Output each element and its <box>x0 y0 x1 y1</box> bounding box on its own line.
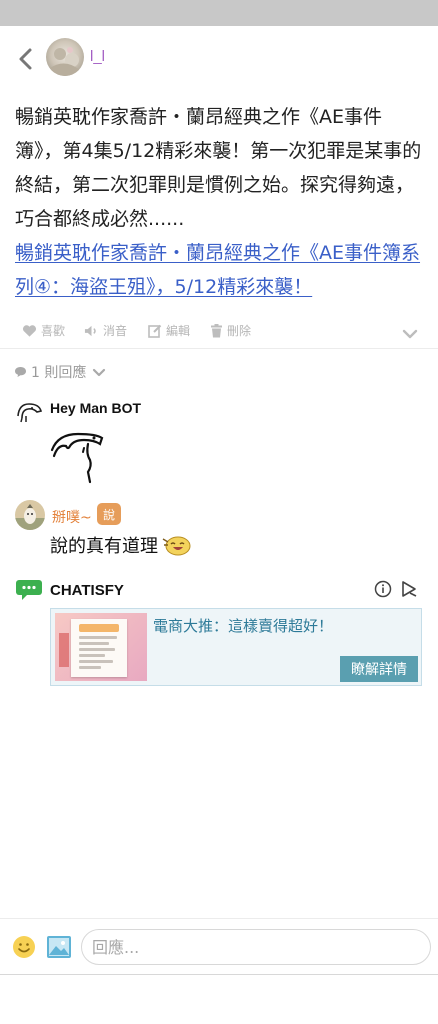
edit-button[interactable]: 編輯 <box>148 322 190 339</box>
mute-label: 消音 <box>103 324 128 338</box>
ad-title: 電商大推：這樣賣得超好！ <box>153 617 334 635</box>
delete-label: 刪除 <box>227 324 252 338</box>
chevron-down-icon <box>402 329 418 339</box>
post-link[interactable]: 暢銷英耽作家喬許・蘭昂經典之作《AE事件簿系列④：海盜王殂》，5/12精彩來襲！ <box>15 236 425 304</box>
ad-choices-button[interactable] <box>400 580 418 602</box>
speech-bubble-icon <box>15 367 26 377</box>
delete-button[interactable]: 刪除 <box>210 322 251 339</box>
ad-cta-button[interactable]: 瞭解詳情 <box>340 656 418 682</box>
reply-composer <box>0 918 438 974</box>
chatisfy-logo-icon <box>16 580 42 600</box>
divider <box>0 348 438 349</box>
emoji-button[interactable] <box>12 935 36 963</box>
more-options-button[interactable] <box>402 324 418 343</box>
image-icon <box>47 936 71 958</box>
bot-avatar[interactable] <box>15 398 45 424</box>
plurk-avatar[interactable] <box>15 500 45 530</box>
edit-icon <box>148 324 162 338</box>
username[interactable]: l_l <box>90 48 105 65</box>
ad-card[interactable]: 電商大推：這樣賣得超好！ 瞭解詳情 <box>50 608 422 686</box>
laughing-emoji-icon <box>162 536 191 556</box>
post-text: 暢銷英耽作家喬許・蘭昂經典之作《AE事件簿》，第4集5/12精彩來襲！第一次犯罪… <box>15 106 422 230</box>
chevron-left-icon <box>19 48 32 70</box>
post-header: l_l <box>0 26 438 90</box>
image-button[interactable] <box>46 935 72 963</box>
comment-text: 說的真有道理 <box>50 532 192 558</box>
status-bar <box>0 0 438 26</box>
ad-info-button[interactable] <box>374 580 392 602</box>
chevron-down-icon <box>93 368 106 376</box>
ad-image <box>55 613 147 681</box>
divider <box>0 974 438 975</box>
like-label: 喜歡 <box>41 324 66 338</box>
comment-author[interactable]: Hey Man BOT <box>50 400 141 416</box>
user-avatar[interactable] <box>46 38 84 76</box>
speaker-mute-icon <box>84 325 96 336</box>
says-badge: 說 <box>97 503 121 525</box>
info-icon <box>374 580 392 598</box>
reply-input[interactable] <box>81 929 431 965</box>
post-actions: 喜歡 消音 編輯 刪除 <box>0 318 438 346</box>
comment-author[interactable]: 掰噗~ <box>52 507 92 527</box>
mute-button[interactable]: 消音 <box>84 322 127 339</box>
reply-count-label: 1 則回應 <box>31 365 87 381</box>
heart-icon <box>22 324 37 337</box>
smiley-icon <box>13 936 35 958</box>
reply-count-toggle[interactable]: 1 則回應 <box>14 362 106 382</box>
comment-body: 說的真有道理 <box>50 536 158 557</box>
ad-brand[interactable]: CHATISFY <box>50 582 124 599</box>
ad-choices-icon <box>402 581 417 597</box>
edit-label: 編輯 <box>166 324 191 338</box>
like-button[interactable]: 喜歡 <box>22 322 65 339</box>
trash-icon <box>211 323 222 337</box>
back-button[interactable] <box>12 44 38 74</box>
bot-sticker <box>48 426 108 486</box>
post-content: 暢銷英耽作家喬許・蘭昂經典之作《AE事件簿》，第4集5/12精彩來襲！第一次犯罪… <box>15 100 425 304</box>
